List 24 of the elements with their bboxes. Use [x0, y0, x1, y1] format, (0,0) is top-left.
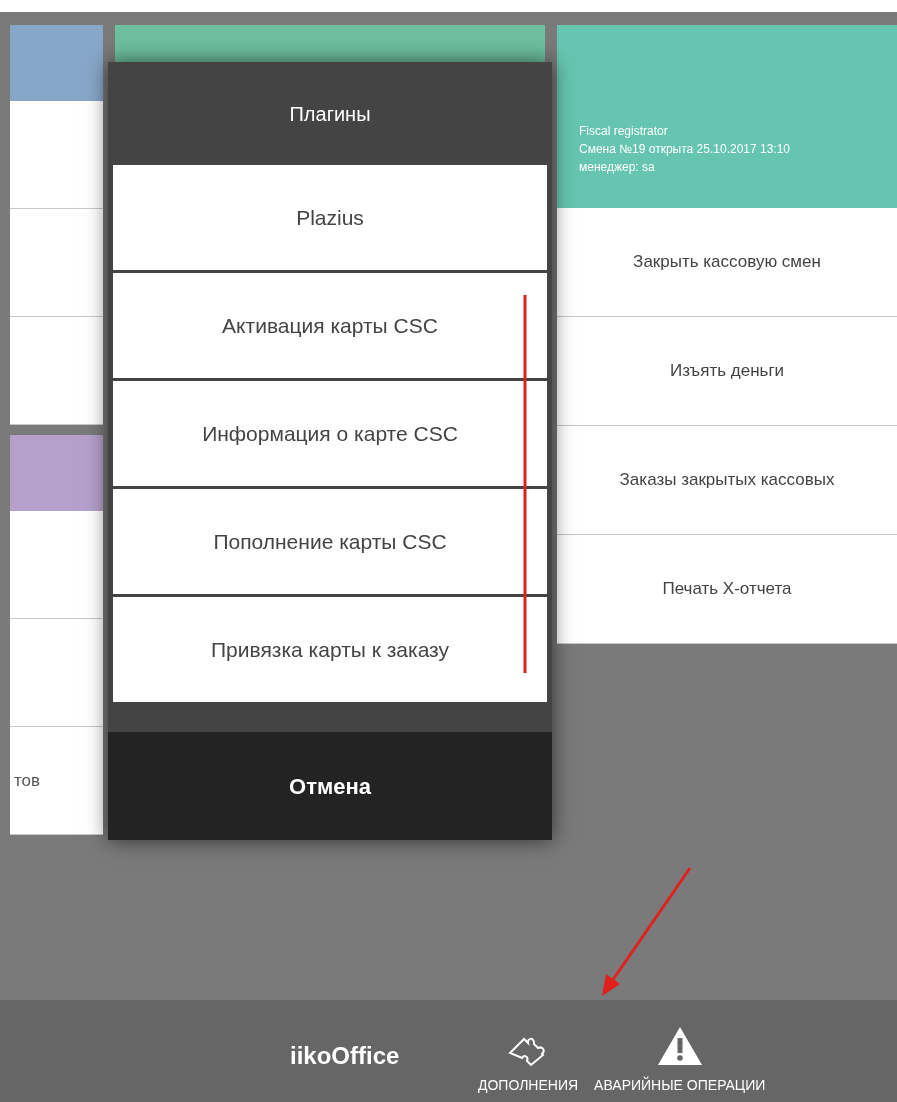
shift-info-text: Fiscal registrator [579, 123, 669, 140]
menu-row[interactable] [10, 619, 103, 727]
menu-row[interactable]: тов [10, 727, 103, 835]
plugins-button[interactable]: ДОПОЛНЕНИЯ [470, 1006, 587, 1096]
menu-row[interactable] [10, 511, 103, 619]
plugin-item[interactable]: Привязка карты к заказу [113, 597, 547, 702]
warning-icon [655, 1025, 704, 1067]
plugin-item[interactable]: Plazius [113, 165, 547, 270]
dialog-title: Плагины [288, 101, 372, 127]
cancel-button[interactable]: Отмена [108, 732, 552, 840]
menu-row[interactable] [10, 317, 103, 425]
service-action-button[interactable]: Печать X-отчета [557, 535, 897, 644]
shift-info-text: менеджер: sa [579, 159, 656, 176]
service-action-button[interactable]: Закрыть кассовую смен [557, 208, 897, 317]
plugin-item[interactable]: Информация о карте CSC [113, 381, 547, 486]
shift-info-text: Смена №19 открыта 25.10.2017 13:10 [579, 141, 792, 158]
service-action-button[interactable]: Заказы закрытых кассовых [557, 426, 897, 535]
brand-name: iikoOffice [290, 1041, 401, 1071]
plugin-item[interactable]: Пополнение карты CSC [113, 489, 547, 594]
emergency-button[interactable]: АВАРИЙНЫЕ ОПЕРАЦИИ [586, 1006, 774, 1096]
menu-row[interactable] [10, 101, 103, 209]
service-action-button[interactable]: Изъять деньги [557, 317, 897, 426]
plugin-item[interactable]: Активация карты CSC [113, 273, 547, 378]
menu-row[interactable] [10, 209, 103, 317]
